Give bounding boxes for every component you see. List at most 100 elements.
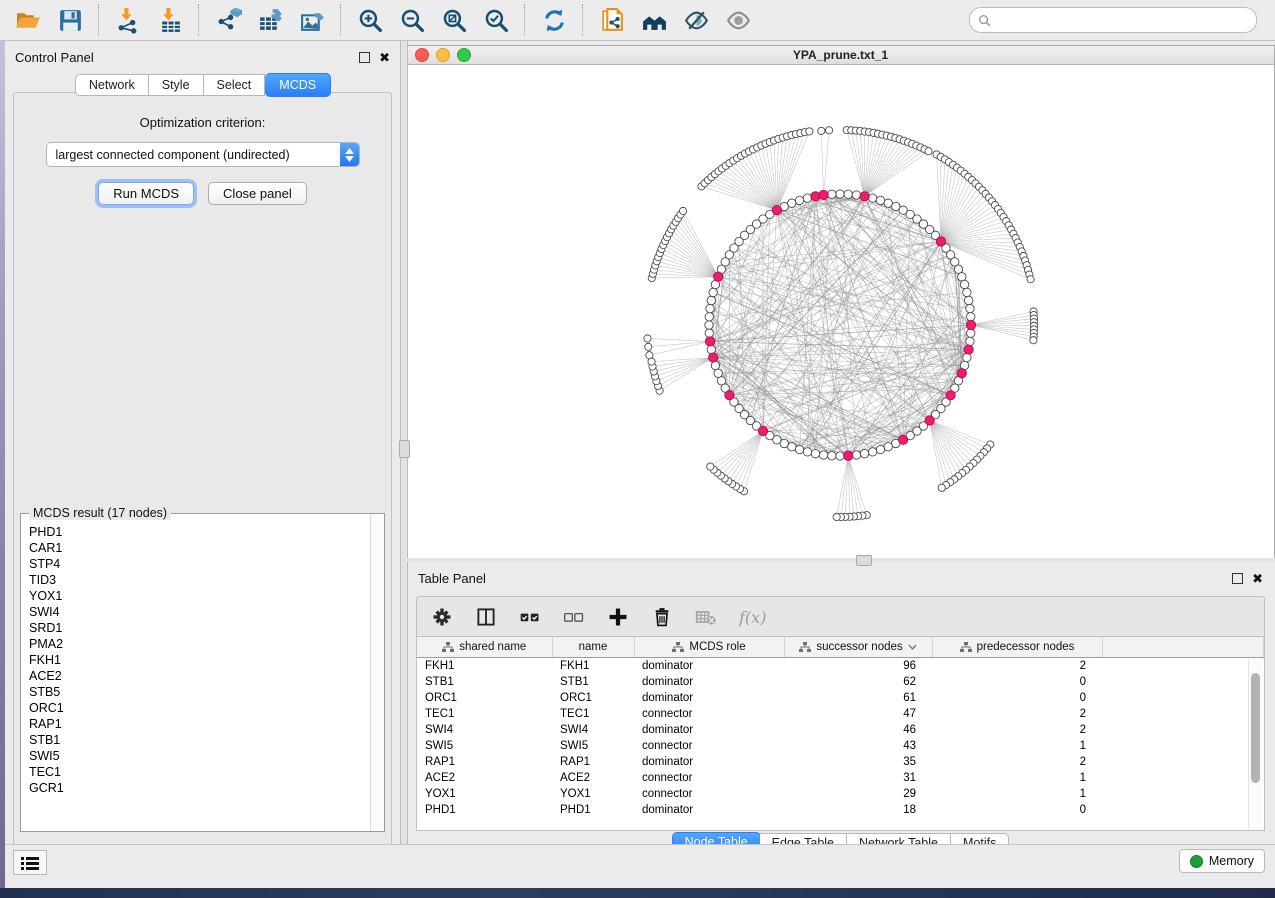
vertical-splitter[interactable] [400, 40, 408, 855]
table-row[interactable]: SWI4SWI4dominator462 [417, 722, 1264, 738]
mcds-tab-content: Optimization criterion: largest connecte… [13, 92, 392, 847]
result-node[interactable]: SWI4 [29, 604, 371, 620]
dropdown-stepper-icon [340, 143, 359, 166]
table-scrollbar[interactable] [1248, 659, 1263, 829]
result-node[interactable]: FKH1 [29, 652, 371, 668]
open-file-icon[interactable] [14, 6, 42, 34]
column-header-successor-nodes[interactable]: successor nodes [784, 637, 932, 658]
cell-filler [1102, 738, 1264, 754]
tab-network[interactable]: Network [75, 74, 149, 96]
cell-successor-nodes: 35 [784, 754, 932, 770]
split-columns-icon[interactable] [475, 606, 497, 628]
search-box[interactable] [969, 7, 1257, 33]
cell-shared-name: YOX1 [417, 786, 552, 802]
import-table-icon[interactable] [156, 6, 184, 34]
result-node[interactable]: SRD1 [29, 620, 371, 636]
table-row[interactable]: RAP1RAP1dominator352 [417, 754, 1264, 770]
tab-style[interactable]: Style [149, 74, 204, 96]
refresh-layout-icon[interactable] [540, 6, 568, 34]
export-network-icon[interactable] [214, 6, 242, 34]
search-input[interactable] [996, 12, 1248, 28]
table-row[interactable]: ACE2ACE2connector311 [417, 770, 1264, 786]
result-node[interactable]: PHD1 [29, 524, 371, 540]
control-panel-title: Control Panel [15, 50, 94, 65]
table-row[interactable]: STB1STB1dominator620 [417, 674, 1264, 690]
hide-graphics-details-icon[interactable] [682, 6, 710, 34]
save-session-icon[interactable] [56, 6, 84, 34]
result-node[interactable]: ACE2 [29, 668, 371, 684]
cell-MCDS-role: dominator [634, 722, 784, 738]
cell-name: ACE2 [552, 770, 634, 786]
import-network-icon[interactable] [114, 6, 142, 34]
share-document-icon[interactable] [598, 6, 626, 34]
mcds-result-box: MCDS result (17 nodes) PHD1CAR1STP4TID3Y… [20, 513, 385, 832]
table-row[interactable]: SWI5SWI5connector431 [417, 738, 1264, 754]
table-row[interactable]: YOX1YOX1connector291 [417, 786, 1264, 802]
cell-MCDS-role: dominator [634, 674, 784, 690]
tab-mcds[interactable]: MCDS [265, 73, 331, 97]
splitter-grip[interactable] [856, 555, 872, 566]
hide-all-columns-icon[interactable] [563, 606, 585, 628]
tab-select[interactable]: Select [204, 74, 266, 96]
column-header-filler [1102, 637, 1264, 658]
cell-filler [1102, 754, 1264, 770]
column-header-MCDS-role[interactable]: MCDS role [634, 637, 784, 658]
result-node[interactable]: YOX1 [29, 588, 371, 604]
close-panel-icon[interactable]: ✖ [1252, 574, 1263, 583]
add-column-icon[interactable] [607, 606, 629, 628]
column-header-shared-name[interactable]: shared name [417, 637, 552, 658]
table-row[interactable]: TEC1TEC1connector472 [417, 706, 1264, 722]
result-node[interactable]: PMA2 [29, 636, 371, 652]
result-node[interactable]: TID3 [29, 572, 371, 588]
result-node[interactable]: STP4 [29, 556, 371, 572]
table-row[interactable]: FKH1FKH1dominator962 [417, 658, 1264, 675]
scrollbar-thumb[interactable] [1251, 673, 1260, 783]
float-panel-icon[interactable] [1232, 573, 1243, 584]
cell-filler [1102, 786, 1264, 802]
result-node[interactable]: STB1 [29, 732, 371, 748]
network-overview-icon[interactable] [640, 6, 668, 34]
run-mcds-button[interactable]: Run MCDS [98, 182, 194, 205]
criterion-dropdown[interactable]: largest connected component (undirected) [46, 142, 360, 167]
memory-button[interactable]: Memory [1179, 849, 1265, 873]
panel-list-button[interactable] [13, 850, 47, 875]
result-node[interactable]: RAP1 [29, 716, 371, 732]
table-row[interactable]: PHD1PHD1dominator180 [417, 802, 1264, 818]
splitter-grip[interactable] [399, 440, 410, 458]
column-settings-icon[interactable] [431, 606, 453, 628]
close-panel-icon[interactable]: ✖ [379, 53, 390, 62]
cell-MCDS-role: dominator [634, 690, 784, 706]
show-all-columns-icon[interactable] [519, 606, 541, 628]
horizontal-splitter[interactable] [406, 558, 1275, 562]
mcds-result-list[interactable]: PHD1CAR1STP4TID3YOX1SWI4SRD1PMA2FKH1ACE2… [21, 518, 371, 831]
zoom-fit-icon[interactable] [440, 6, 468, 34]
desktop-background [0, 40, 5, 888]
zoom-selected-icon[interactable] [482, 6, 510, 34]
close-panel-button[interactable]: Close panel [208, 182, 307, 205]
column-header-name[interactable]: name [552, 637, 634, 658]
result-node[interactable]: SWI5 [29, 748, 371, 764]
result-node[interactable]: ORC1 [29, 700, 371, 716]
result-node[interactable]: STB5 [29, 684, 371, 700]
optimization-criterion-label: Optimization criterion: [14, 115, 391, 130]
cell-name: SWI5 [552, 738, 634, 754]
zoom-out-icon[interactable] [398, 6, 426, 34]
cell-filler [1102, 690, 1264, 706]
delete-column-icon[interactable] [651, 606, 673, 628]
main-toolbar [0, 0, 1275, 41]
result-node[interactable]: GCR1 [29, 780, 371, 796]
result-node[interactable]: CAR1 [29, 540, 371, 556]
export-table-icon[interactable] [256, 6, 284, 34]
result-node[interactable]: TEC1 [29, 764, 371, 780]
result-list-scrollbar[interactable] [370, 514, 384, 831]
table-row[interactable]: ORC1ORC1dominator610 [417, 690, 1264, 706]
cell-shared-name: FKH1 [417, 658, 552, 675]
zoom-in-icon[interactable] [356, 6, 384, 34]
float-panel-icon[interactable] [359, 52, 370, 63]
export-image-icon[interactable] [298, 6, 326, 34]
column-header-predecessor-nodes[interactable]: predecessor nodes [932, 637, 1102, 658]
network-canvas[interactable] [407, 65, 1274, 559]
cell-MCDS-role: connector [634, 738, 784, 754]
cell-shared-name: RAP1 [417, 754, 552, 770]
control-panel-tabs: NetworkStyleSelectMCDS [5, 74, 400, 96]
